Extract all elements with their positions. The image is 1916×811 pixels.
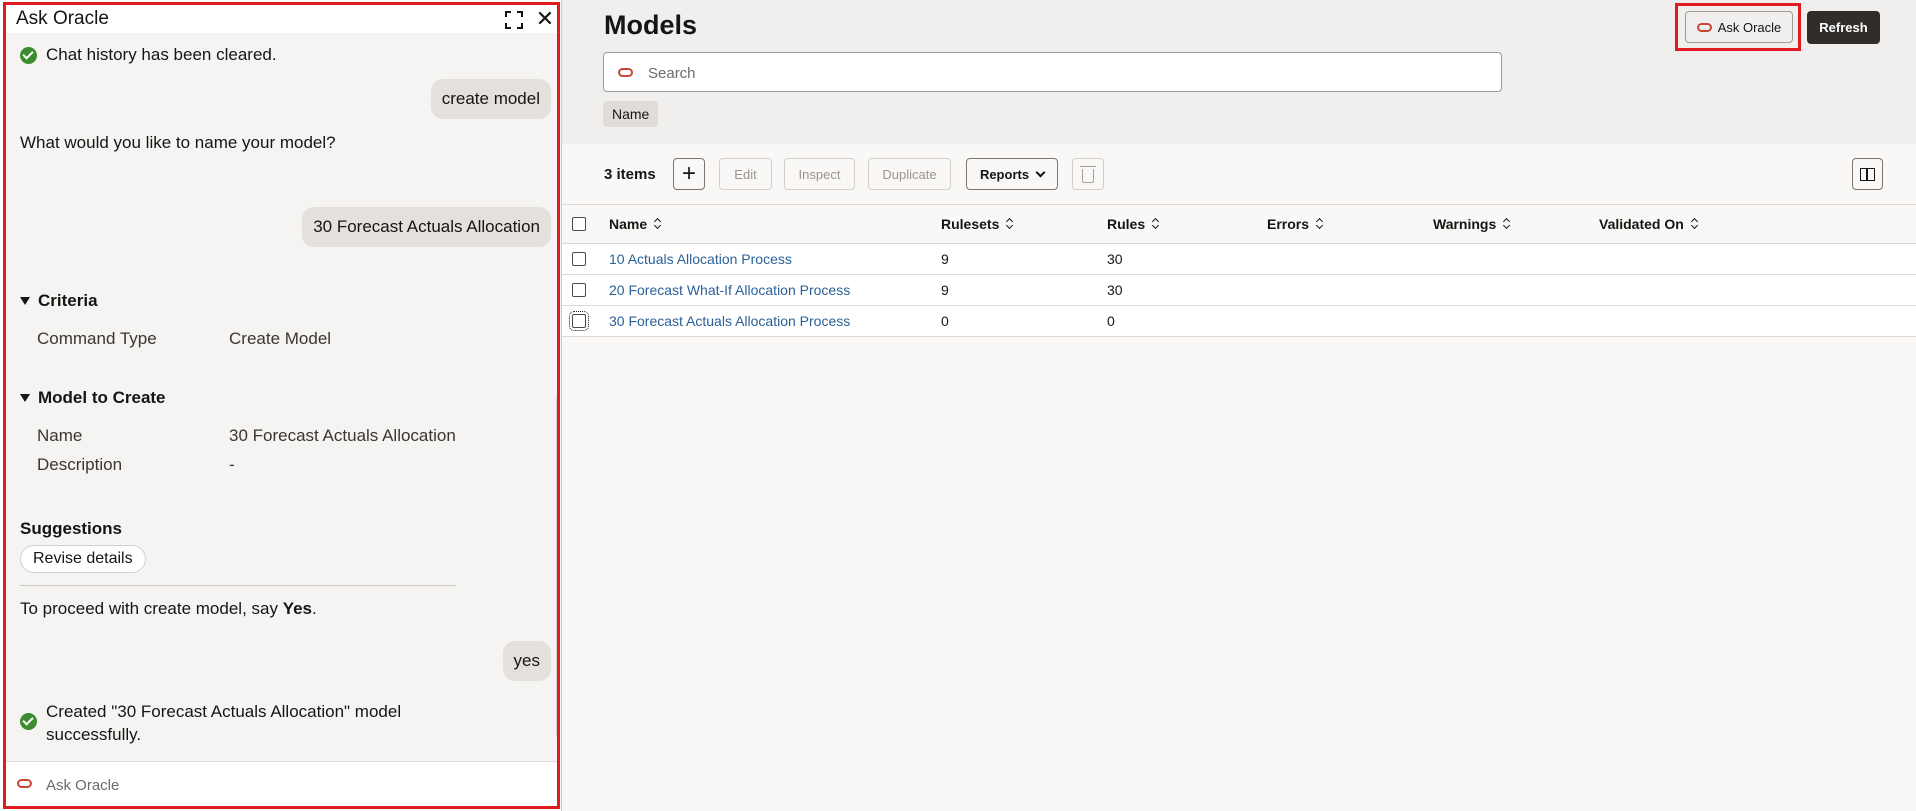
model-description-label: Description [37, 455, 123, 474]
rules-cell: 0 [1107, 313, 1115, 329]
reports-menu-button[interactable]: Reports [966, 158, 1058, 190]
column-header-label: Name [609, 216, 648, 232]
table-header-row: Name Rulesets Rules Errors Warnings Vali… [562, 204, 1916, 244]
rulesets-cell: 9 [941, 282, 949, 298]
sort-icon [1152, 218, 1160, 230]
suggestions-heading: Suggestions [20, 519, 123, 538]
models-page: Models Name Ask Oracle Refresh 3 items +… [561, 0, 1916, 811]
column-header-label: Warnings [1433, 216, 1497, 232]
chat-header: Ask Oracle ✕ [6, 5, 557, 33]
model-description-value: - [229, 455, 235, 474]
revise-details-chip[interactable]: Revise details [20, 545, 146, 573]
models-table: Name Rulesets Rules Errors Warnings Vali… [562, 204, 1916, 337]
oracle-logo-icon [17, 779, 32, 788]
sort-icon [1006, 218, 1014, 230]
reports-label: Reports [979, 166, 1030, 182]
check-circle-icon [20, 713, 37, 730]
rules-cell: 30 [1107, 282, 1123, 298]
user-message: 30 Forecast Actuals Allocation [302, 207, 551, 247]
page-title: Models [604, 10, 698, 40]
assistant-message: What would you like to name your model? [20, 133, 336, 152]
trash-icon [1080, 165, 1096, 183]
column-header-rulesets[interactable]: Rulesets [941, 205, 1014, 243]
sort-icon [1503, 218, 1511, 230]
close-icon[interactable]: ✕ [534, 8, 556, 30]
criteria-section-toggle[interactable]: Criteria [20, 291, 98, 311]
proceed-message: To proceed with create model, say Yes. [20, 599, 317, 619]
split-panel-icon [1860, 167, 1875, 181]
refresh-button[interactable]: Refresh [1807, 11, 1880, 44]
model-name-label: Name [37, 426, 83, 445]
column-header-label: Validated On [1599, 216, 1684, 232]
column-header-name[interactable]: Name [609, 205, 662, 243]
proceed-suffix: . [312, 599, 317, 618]
column-header-label: Rules [1107, 216, 1146, 232]
duplicate-button[interactable]: Duplicate [868, 158, 951, 190]
caret-down-icon [20, 394, 30, 402]
sort-icon [654, 218, 662, 230]
user-message: create model [430, 79, 551, 119]
search-input[interactable] [648, 61, 1488, 85]
model-created-text: Created "30 Forecast Actuals Allocation"… [46, 702, 402, 744]
table-row[interactable]: 20 Forecast What-If Allocation Process 9… [562, 275, 1916, 306]
ask-oracle-panel: Ask Oracle ✕ Chat history has been clear… [3, 2, 560, 809]
chat-input[interactable] [46, 772, 536, 798]
column-header-warnings[interactable]: Warnings [1433, 205, 1511, 243]
model-created-message: Created "30 Forecast Actuals Allocation"… [20, 700, 420, 746]
row-checkbox[interactable] [569, 311, 589, 331]
divider [20, 585, 456, 586]
proceed-text: To proceed with create model, say [20, 599, 283, 618]
name-filter-chip[interactable]: Name [603, 101, 659, 127]
table-row[interactable]: 30 Forecast Actuals Allocation Process 0… [562, 306, 1916, 337]
ask-oracle-button[interactable]: Ask Oracle [1685, 11, 1793, 43]
model-to-create-heading: Model to Create [38, 388, 166, 407]
model-name-value: 30 Forecast Actuals Allocation [229, 426, 456, 445]
expand-icon[interactable] [503, 9, 525, 31]
model-to-create-section-toggle[interactable]: Model to Create [20, 388, 166, 408]
sort-icon [1691, 218, 1699, 230]
page-header: Models Name Ask Oracle Refresh [562, 0, 1916, 144]
row-checkbox[interactable] [572, 283, 586, 297]
column-header-validated-on[interactable]: Validated On [1599, 205, 1699, 243]
items-count: 3 items [604, 166, 656, 183]
proceed-keyword: Yes [282, 599, 312, 618]
user-message: yes [502, 641, 551, 681]
chat-scrollbar[interactable] [556, 397, 557, 737]
oracle-logo-icon [1696, 22, 1712, 32]
search-field[interactable] [603, 52, 1502, 92]
chevron-down-icon [1035, 167, 1046, 177]
command-type-label: Command Type [37, 329, 157, 348]
rules-cell: 30 [1107, 251, 1123, 267]
row-checkbox[interactable] [572, 252, 586, 266]
edit-button[interactable]: Edit [719, 158, 772, 190]
caret-down-icon [20, 297, 30, 305]
rulesets-cell: 0 [941, 313, 949, 329]
table-row[interactable]: 10 Actuals Allocation Process 9 30 [562, 244, 1916, 275]
column-header-label: Rulesets [941, 216, 1000, 232]
chat-cleared-text: Chat history has been cleared. [46, 45, 277, 64]
criteria-heading: Criteria [38, 291, 98, 310]
add-button[interactable]: + [673, 158, 705, 190]
chat-input-bar [6, 761, 557, 806]
sort-icon [1316, 218, 1324, 230]
oracle-logo-icon [618, 68, 633, 77]
ask-oracle-label: Ask Oracle [1717, 19, 1782, 35]
check-circle-icon [20, 47, 37, 64]
toggle-panel-button[interactable] [1852, 158, 1883, 190]
column-header-errors[interactable]: Errors [1267, 205, 1324, 243]
rulesets-cell: 9 [941, 251, 949, 267]
column-header-rules[interactable]: Rules [1107, 205, 1160, 243]
inspect-button[interactable]: Inspect [784, 158, 855, 190]
delete-button[interactable] [1072, 158, 1104, 190]
model-name-link[interactable]: 10 Actuals Allocation Process [609, 251, 792, 267]
select-all-checkbox[interactable] [572, 217, 586, 231]
chat-cleared-message: Chat history has been cleared. [20, 43, 277, 66]
model-name-link[interactable]: 20 Forecast What-If Allocation Process [609, 282, 850, 298]
model-name-link[interactable]: 30 Forecast Actuals Allocation Process [609, 313, 850, 329]
column-header-label: Errors [1267, 216, 1310, 232]
chat-title: Ask Oracle [16, 8, 109, 29]
command-type-value: Create Model [229, 329, 332, 348]
table-toolbar: 3 items + Edit Inspect Duplicate Reports [562, 144, 1916, 204]
